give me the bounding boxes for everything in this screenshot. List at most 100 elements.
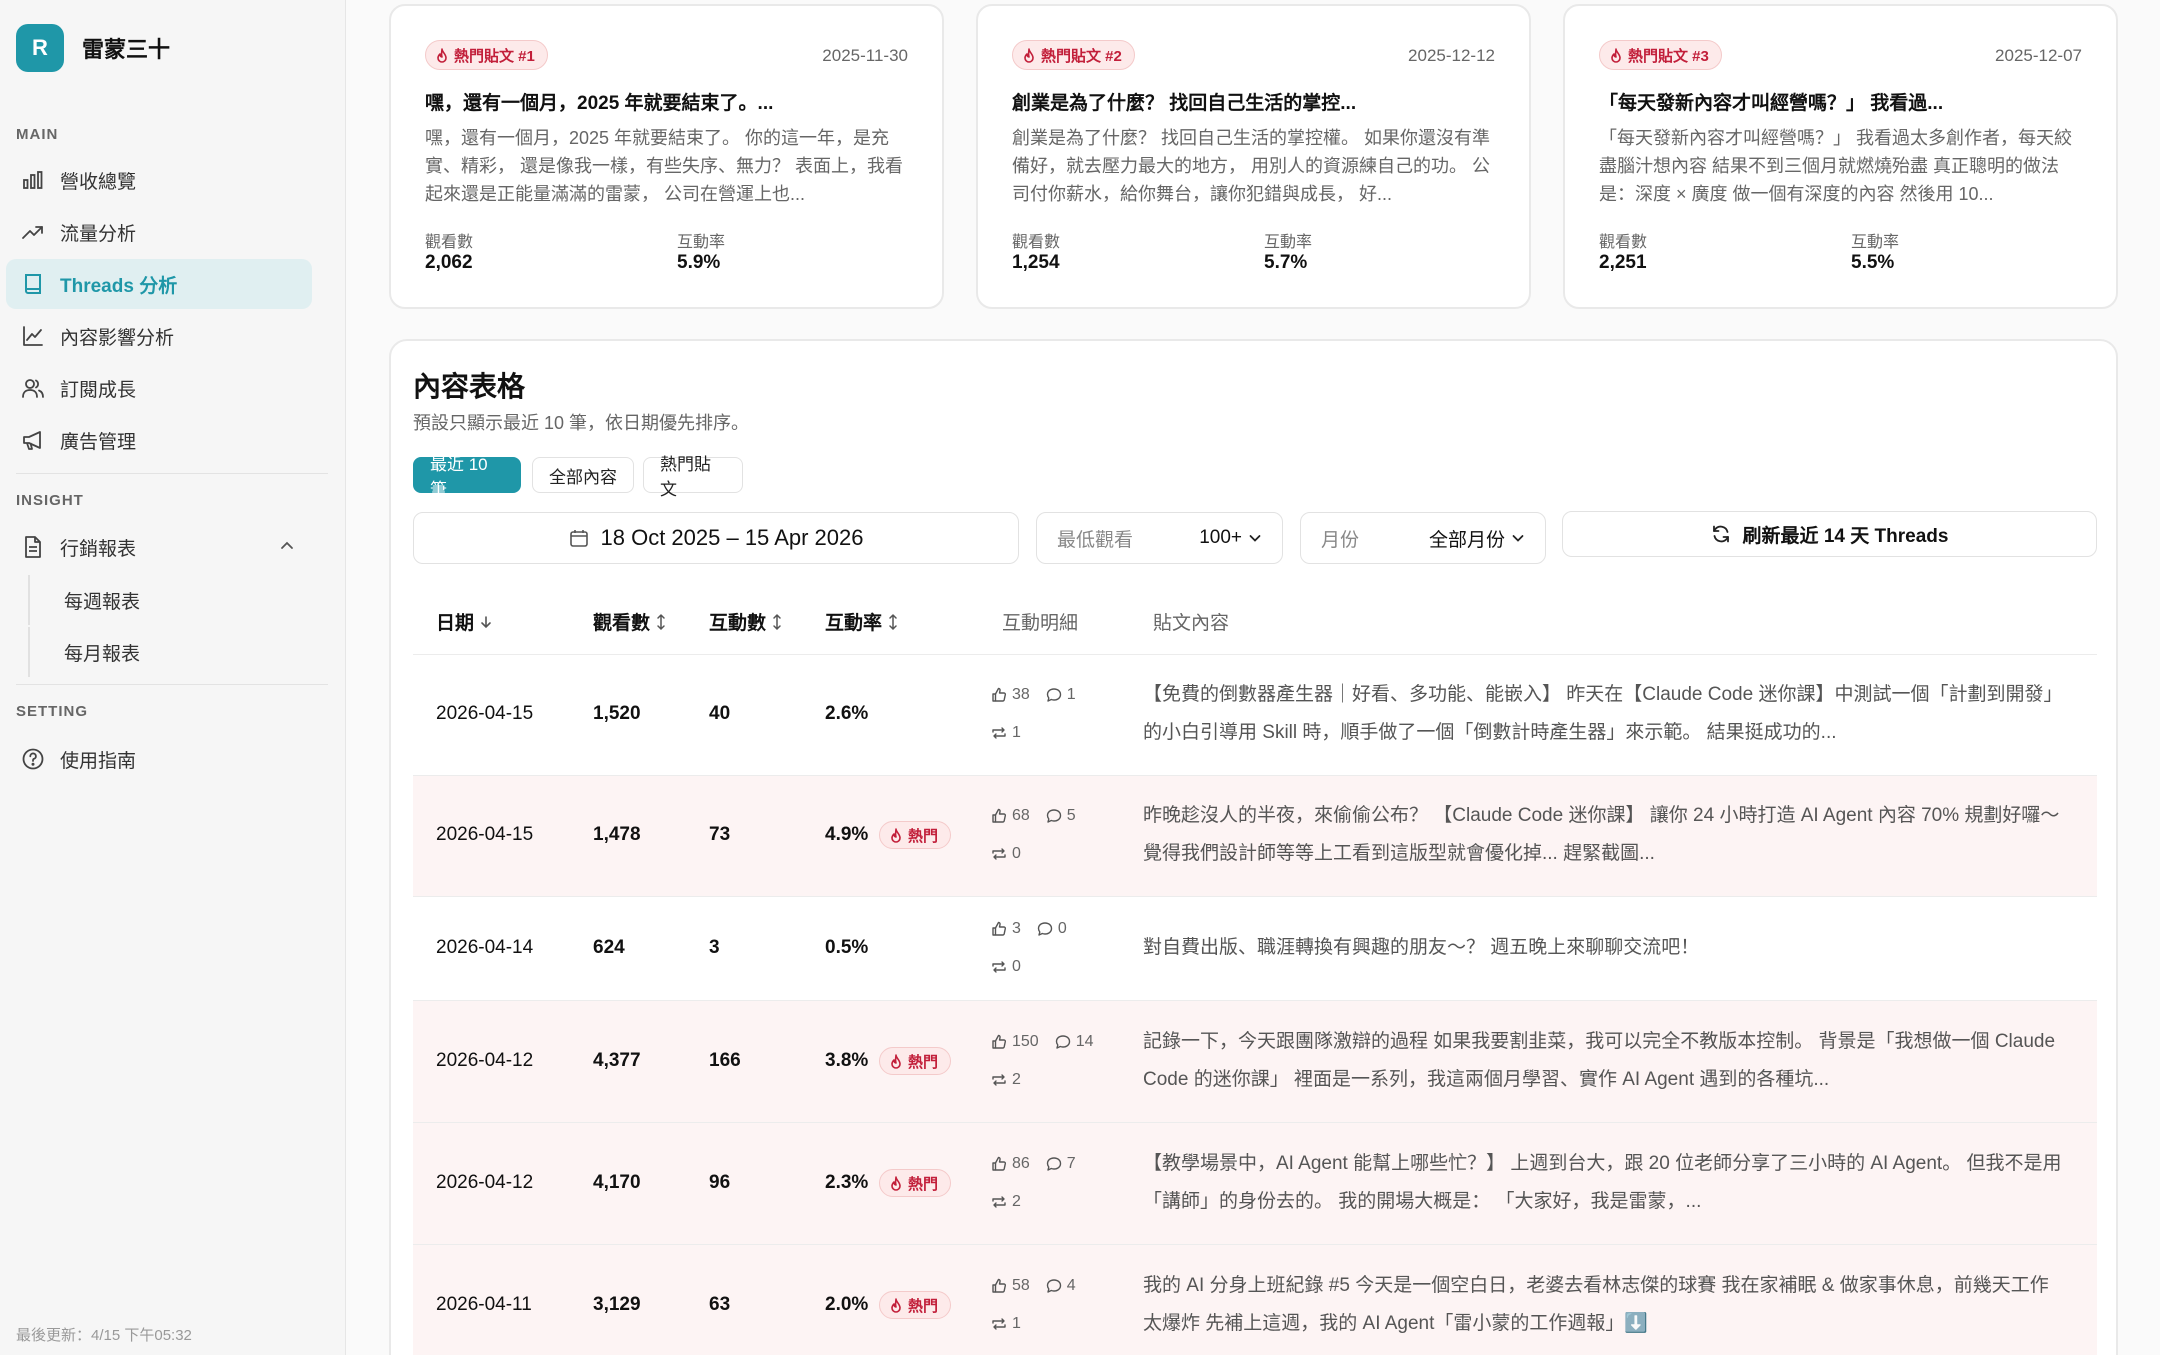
views-label: 觀看數: [1599, 234, 1648, 251]
post-content: 對自費出版、職涯轉換有興趣的朋友～？ 週五晚上來聊聊交流吧！: [1143, 937, 1700, 958]
column-header-interactions[interactable]: 互動數: [709, 608, 782, 635]
views-value: 2,062: [425, 252, 473, 273]
sidebar-item-marketing-reports[interactable]: 行銷報表: [6, 522, 312, 572]
row-interactions: 3: [709, 937, 720, 958]
likes-count: 68: [1012, 807, 1030, 824]
row-rate: 2.0%: [825, 1294, 869, 1315]
repost-icon: [991, 725, 1007, 741]
panel-subtitle: 預設只顯示最近 10 筆，依日期優先排序。: [413, 413, 750, 433]
engagement-detail: 58 4 1: [991, 1276, 1076, 1334]
rate-label: 互動率: [1264, 234, 1313, 251]
refresh-threads-button[interactable]: 刷新最近 14 天 Threads: [1562, 511, 2097, 557]
column-header-views[interactable]: 觀看數: [593, 608, 666, 635]
sidebar-subitem-weekly[interactable]: 每週報表: [28, 575, 308, 625]
column-header-date[interactable]: 日期: [436, 608, 492, 635]
views-label: 觀看數: [425, 234, 474, 251]
post-excerpt: 創業是為了什麼？ 找回自己生活的掌控權。 如果你還沒有準備好，就去壓力最大的地方…: [1012, 128, 1490, 204]
min-views-select[interactable]: 最低觀看 100+: [1036, 512, 1283, 564]
users-icon: [20, 375, 46, 401]
hot-badge-label: 熱門: [908, 827, 939, 845]
table-row[interactable]: 2026-04-11 3,129 63 2.0% 熱門 58 4 1 我的 AI …: [413, 1245, 2097, 1355]
rate-value: 5.5%: [1851, 252, 1895, 273]
section-label-insight: INSIGHT: [16, 492, 84, 509]
row-views: 3,129: [593, 1294, 641, 1315]
sidebar-item-subscriptions[interactable]: 訂閱成長: [6, 363, 312, 413]
comment-icon: [1055, 1034, 1071, 1050]
comments-count: 7: [1066, 1155, 1076, 1172]
row-interactions: 40: [709, 703, 731, 724]
row-date: 2026-04-12: [436, 1172, 534, 1193]
date-range-picker[interactable]: 18 Oct 2025 – 15 Apr 2026: [413, 512, 1019, 564]
rate-value: 5.7%: [1264, 252, 1308, 273]
row-views: 4,170: [593, 1172, 641, 1193]
post-excerpt: 嘿，還有一個月，2025 年就要結束了。 你的這一年，是充實、精彩， 還是像我一…: [425, 128, 903, 204]
reposts-count: 2: [1012, 1193, 1021, 1210]
sidebar-item-threads[interactable]: Threads 分析: [6, 259, 312, 309]
header-label: 日期: [436, 613, 475, 634]
post-content: 【教學場景中，AI Agent 能幫上哪些忙？】 上週到台大，跟 20 位老師分…: [1143, 1153, 2062, 1212]
thumbs-up-icon: [991, 1278, 1007, 1294]
flame-icon: [890, 1297, 902, 1313]
top-post-card[interactable]: 熱門貼文 #1 2025-11-30 嘿，還有一個月，2025 年就要結束了。.…: [389, 4, 944, 309]
sidebar-subitem-monthly[interactable]: 每月報表: [28, 627, 308, 677]
top-posts: 熱門貼文 #1 2025-11-30 嘿，還有一個月，2025 年就要結束了。.…: [389, 4, 2118, 309]
brand[interactable]: R 雷蒙三十: [16, 24, 170, 72]
thumbs-up-icon: [991, 1156, 1007, 1172]
repost-icon: [991, 1316, 1007, 1332]
sort-icon: [656, 613, 666, 631]
repost-icon: [991, 1072, 1007, 1088]
filter-hot-posts[interactable]: 熱門貼文: [643, 455, 743, 499]
megaphone-icon: [20, 427, 46, 453]
row-views: 1,478: [593, 824, 641, 845]
chevron-up-icon[interactable]: [278, 537, 296, 555]
sidebar-item-traffic[interactable]: 流量分析: [6, 207, 312, 257]
filter-all-content[interactable]: 全部內容: [532, 457, 634, 493]
hot-badge: 熱門: [879, 821, 952, 849]
section-label-main: MAIN: [16, 126, 59, 143]
table-row[interactable]: 2026-04-12 4,377 166 3.8% 熱門 150 14 2 記錄一…: [413, 1001, 2097, 1123]
sidebar-item-label: 行銷報表: [60, 538, 137, 560]
help-circle-icon: [20, 746, 46, 772]
sidebar-item-ads[interactable]: 廣告管理: [6, 415, 312, 465]
sidebar-item-revenue[interactable]: 營收總覽: [6, 155, 312, 205]
panel-title: 內容表格: [413, 371, 526, 402]
thumbs-up-icon: [991, 808, 1007, 824]
likes-count: 38: [1012, 686, 1030, 703]
column-header-rate[interactable]: 互動率: [825, 608, 898, 635]
table-row[interactable]: 2026-04-15 1,478 73 4.9% 熱門 68 5 0 昨晚趁沒人的…: [413, 776, 2097, 897]
section-label-setting: SETTING: [16, 703, 89, 720]
post-date: 2025-12-07: [1995, 46, 2082, 65]
calendar-icon: [569, 528, 589, 548]
flame-icon: [1023, 47, 1035, 63]
flame-icon: [1610, 47, 1622, 63]
min-views-text: 100+: [1199, 527, 1242, 548]
row-interactions: 63: [709, 1294, 731, 1315]
month-select[interactable]: 月份 全部月份: [1300, 512, 1546, 564]
flame-icon: [890, 1053, 902, 1069]
flame-icon: [436, 47, 448, 63]
post-title: 嘿，還有一個月，2025 年就要結束了。...: [425, 93, 774, 114]
sidebar-item-content-impact[interactable]: 內容影響分析: [6, 311, 312, 361]
header-label: 互動數: [709, 613, 767, 634]
table-row[interactable]: 2026-04-12 4,170 96 2.3% 熱門 86 7 2 【教學場景中…: [413, 1123, 2097, 1245]
repost-icon: [991, 1194, 1007, 1210]
comment-icon: [1046, 1156, 1062, 1172]
comments-count: 4: [1066, 1277, 1076, 1294]
row-date: 2026-04-12: [436, 1050, 534, 1071]
post-content: 我的 AI 分身上班紀錄 #5 今天是一個空白日，老婆去看林志傑的球賽 我在家補…: [1143, 1275, 2049, 1334]
table-row[interactable]: 2026-04-15 1,520 40 2.6% 38 1 1 【免費的倒數器產生…: [413, 655, 2097, 776]
flame-icon: [890, 1175, 902, 1191]
engagement-detail: 68 5 0: [991, 806, 1076, 864]
comments-count: 5: [1066, 807, 1076, 824]
brand-name: 雷蒙三十: [82, 37, 171, 62]
sidebar-divider: [16, 473, 328, 474]
rate-label: 互動率: [677, 234, 726, 251]
trending-up-icon: [20, 219, 46, 245]
filter-recent-10[interactable]: 最近 10 筆: [413, 455, 521, 499]
flame-icon: [890, 827, 902, 843]
table-row[interactable]: 2026-04-14 624 3 0.5% 3 0 0 對自費出版、職涯轉換有興趣…: [413, 897, 2097, 1001]
sidebar-item-guide[interactable]: 使用指南: [6, 734, 312, 784]
top-post-card[interactable]: 熱門貼文 #3 2025-12-07 「每天發新內容才叫經營嗎？」 我看過...…: [1563, 4, 2118, 309]
comments-count: 14: [1075, 1033, 1094, 1050]
top-post-card[interactable]: 熱門貼文 #2 2025-12-12 創業是為了什麼？ 找回自己生活的掌控...…: [976, 4, 1531, 309]
